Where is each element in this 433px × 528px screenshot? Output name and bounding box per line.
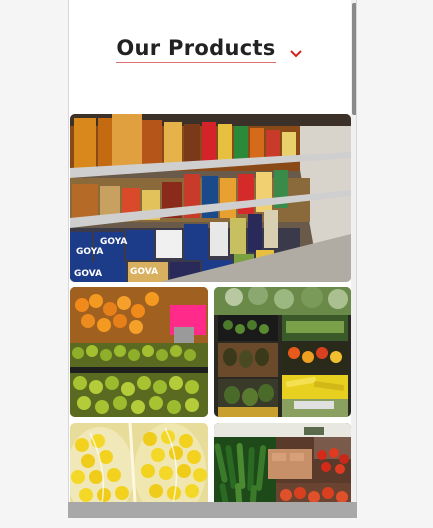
vertical-scrollbar-thumb[interactable]	[352, 3, 356, 115]
page-background-right	[357, 0, 433, 528]
svg-text:GOYA: GOYA	[100, 237, 127, 247]
product-image-grocery-aisle[interactable]: GOYA GOYA GOVA GOVA	[70, 114, 351, 282]
page-bottom-strip	[68, 518, 357, 528]
svg-text:GOVA: GOVA	[130, 267, 158, 277]
chevron-down-icon[interactable]	[289, 49, 302, 58]
horizontal-scrollbar[interactable]	[68, 502, 357, 518]
svg-text:GOVA: GOVA	[74, 269, 102, 279]
section-heading: Our Products	[69, 36, 349, 63]
product-image-vegetables[interactable]	[214, 287, 351, 417]
products-panel: Our Products GOYA GOYA GOVA GOVA	[68, 0, 357, 518]
page-background-left	[0, 0, 68, 528]
product-image-oranges-limes[interactable]	[70, 287, 208, 417]
section-title: Our Products	[116, 36, 276, 63]
svg-text:GOYA: GOYA	[76, 247, 103, 257]
